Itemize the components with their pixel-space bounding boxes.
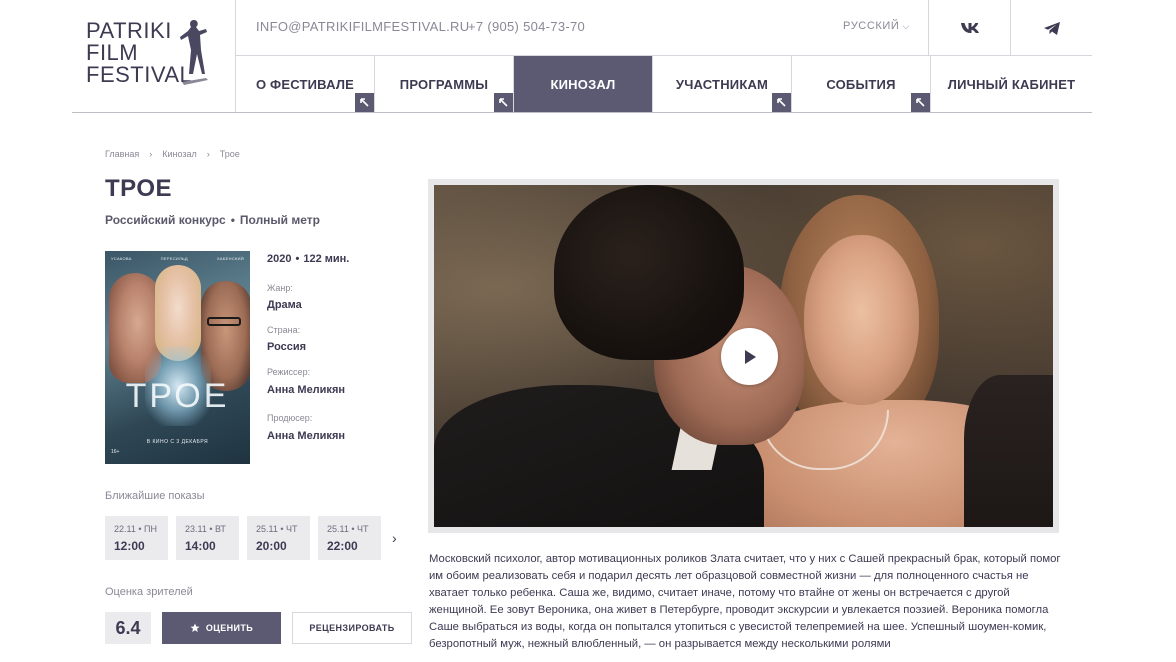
video-man-hair (554, 185, 744, 360)
nav-item-participants[interactable]: УЧАСТНИКАМ (653, 56, 792, 112)
screening-date: 22.11 • ПН (114, 524, 157, 534)
nav-item-label: КИНОЗАЛ (550, 76, 616, 92)
dot-separator: • (230, 213, 235, 227)
genre-label: Жанр: (267, 283, 293, 293)
country-value: Россия (267, 341, 307, 353)
film-year: 2020 (267, 253, 292, 265)
screening-card[interactable]: 25.11 • ЧТ 20:00 (247, 516, 310, 560)
film-competition[interactable]: Российский конкурс (105, 213, 226, 227)
telegram-button[interactable] (1010, 0, 1092, 56)
film-format[interactable]: Полный метр (240, 213, 320, 227)
screenings-list: 22.11 • ПН 12:00 23.11 • ВТ 14:00 25.11 … (105, 516, 381, 560)
country-label: Страна: (267, 325, 301, 335)
rating-title: Оценка зрителей (105, 586, 193, 598)
breadcrumb-separator-icon: › (149, 149, 153, 159)
film-poster: УСАКОВА ПЕРЕСИЛЬД ХАБЕНСКИЙ ТРОЕ В КИНО … (105, 251, 250, 464)
film-year-duration: 2020 • 122 мин. (267, 253, 349, 265)
screening-date: 23.11 • ВТ (185, 524, 226, 534)
festival-logo[interactable]: PATRIKI FILM FESTIVAL (72, 0, 236, 112)
screening-time: 22:00 (327, 539, 358, 553)
review-button-label: РЕЦЕНЗИРОВАТЬ (309, 623, 395, 633)
nav-item-account[interactable]: ЛИЧНЫЙ КАБИНЕТ (931, 56, 1092, 112)
film-details: 2020 • 122 мин. Жанр: Драма Страна: Россия… (267, 253, 349, 442)
rate-button-label: ОЦЕНИТЬ (205, 623, 254, 633)
poster-age-rating: 16+ (111, 449, 120, 455)
top-bar: INFO@PATRIKIFILMFESTIVAL.RU +7 (905) 504… (236, 0, 1092, 56)
poster-cast-name: ХАБЕНСКИЙ (216, 256, 244, 261)
screening-date: 25.11 • ЧТ (256, 524, 298, 534)
dot-separator: • (295, 253, 300, 265)
video-preview-image (434, 185, 1053, 527)
screenings-title: Ближайшие показы (105, 490, 205, 502)
contact-phone-link[interactable]: +7 (905) 504-73-70 (468, 19, 585, 34)
nav-item-label: ПРОГРАММЫ (399, 76, 489, 92)
screening-card[interactable]: 25.11 • ЧТ 22:00 (318, 516, 381, 560)
rate-button[interactable]: ОЦЕНИТЬ (162, 612, 281, 644)
poster-release: В КИНО С 3 ДЕКАБРЯ (146, 439, 209, 445)
film-description: Московский психолог, автор мотивационных… (429, 553, 1061, 650)
film-meta: Российский конкурс • Полный метр (105, 213, 320, 227)
chevron-down-icon: ⌵ (902, 21, 910, 31)
vk-button[interactable] (928, 0, 1010, 56)
producer-label: Продюсер: (267, 413, 313, 423)
review-button[interactable]: РЕЦЕНЗИРОВАТЬ (292, 612, 412, 644)
poster-glasses (207, 317, 241, 326)
rating-value: 6.4 (105, 612, 151, 644)
screening-date: 25.11 • ЧТ (327, 524, 369, 534)
language-selector[interactable]: РУССКИЙ ⌵ (843, 20, 910, 32)
telegram-icon (1043, 21, 1060, 35)
arrow-corner-icon (355, 93, 374, 112)
video-background-figure (964, 375, 1053, 527)
arrow-corner-icon (911, 93, 930, 112)
poster-cast-names: УСАКОВА ПЕРЕСИЛЬД ХАБЕНСКИЙ (111, 256, 244, 261)
star-icon (190, 623, 200, 632)
breadcrumb-home[interactable]: Главная (105, 149, 139, 159)
film-duration: 122 мин. (303, 253, 350, 265)
nav-item-programs[interactable]: ПРОГРАММЫ (375, 56, 514, 112)
poster-cast-name: УСАКОВА (111, 256, 132, 261)
video-player[interactable] (428, 179, 1059, 533)
breadcrumb: Главная › Кинозал › Трое (105, 149, 240, 159)
video-woman-face (804, 235, 919, 405)
screening-time: 14:00 (185, 539, 216, 553)
nav-item-cinema[interactable]: КИНОЗАЛ (514, 56, 653, 112)
main-nav: О ФЕСТИВАЛЕ ПРОГРАММЫ КИНОЗАЛ УЧАСТНИКАМ… (236, 56, 1092, 112)
nav-item-events[interactable]: СОБЫТИЯ (792, 56, 931, 112)
nav-item-label: УЧАСТНИКАМ (675, 76, 769, 92)
director-value: Анна Меликян (267, 384, 346, 396)
contact-email-link[interactable]: INFO@PATRIKIFILMFESTIVAL.RU (256, 19, 469, 34)
chevron-right-icon[interactable]: › (392, 530, 397, 546)
logo-figure-icon (180, 20, 208, 85)
nav-item-label: ЛИЧНЫЙ КАБИНЕТ (947, 76, 1076, 92)
breadcrumb-separator-icon: › (206, 149, 210, 159)
producer-value: Анна Меликян (267, 430, 346, 442)
director-label: Режиссер: (267, 367, 311, 377)
breadcrumb-current: Трое (219, 149, 240, 159)
screening-time: 12:00 (114, 539, 145, 553)
play-button[interactable] (721, 328, 778, 385)
nav-item-label: СОБЫТИЯ (826, 76, 896, 92)
nav-item-label: О ФЕСТИВАЛЕ (255, 76, 355, 92)
language-label: РУССКИЙ (843, 20, 900, 32)
play-icon (744, 349, 756, 364)
poster-cast-name: ПЕРЕСИЛЬД (160, 256, 188, 261)
poster-title: ТРОЕ (125, 377, 230, 415)
header-divider (72, 112, 1092, 113)
page-title: ТРОЕ (105, 175, 173, 202)
screening-time: 20:00 (256, 539, 287, 553)
screening-card[interactable]: 23.11 • ВТ 14:00 (176, 516, 239, 560)
vk-icon (960, 23, 979, 33)
genre-value: Драма (267, 299, 302, 311)
arrow-corner-icon (772, 93, 791, 112)
screening-card[interactable]: 22.11 • ПН 12:00 (105, 516, 168, 560)
arrow-corner-icon (494, 93, 513, 112)
breadcrumb-cinema[interactable]: Кинозал (162, 149, 197, 159)
nav-item-festival[interactable]: О ФЕСТИВАЛЕ (236, 56, 375, 112)
